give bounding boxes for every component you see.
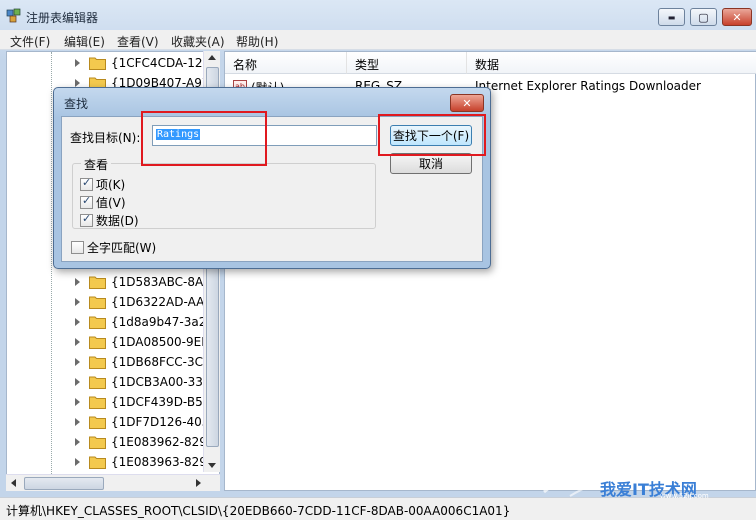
maximize-button[interactable]: ▢ bbox=[690, 8, 717, 26]
checkbox-checked-icon[interactable] bbox=[80, 176, 93, 191]
tree-horizontal-scrollbar[interactable] bbox=[6, 474, 220, 491]
option-keys[interactable]: 项(K) bbox=[80, 176, 125, 193]
tree-item[interactable]: {1DB68FCC-3C8C bbox=[7, 352, 219, 372]
status-path: 计算机\HKEY_CLASSES_ROOT\CLSID\{20EDB660-7C… bbox=[6, 504, 511, 518]
option-data[interactable]: 数据(D) bbox=[80, 212, 139, 229]
tree-item[interactable]: {1DF7D126-4050 bbox=[7, 412, 217, 432]
title-bar[interactable]: 注册表编辑器 ▬ ▢ ✕ bbox=[0, 0, 756, 30]
tree-item[interactable]: {1E083962-829F- bbox=[7, 432, 218, 452]
menu-bar: 文件(F) 编辑(E) 查看(V) 收藏夹(A) 帮助(H) bbox=[0, 30, 756, 50]
dialog-close-button[interactable]: ✕ bbox=[450, 94, 484, 112]
cancel-button[interactable]: 取消 bbox=[390, 153, 472, 174]
expand-arrow-icon[interactable] bbox=[75, 358, 80, 366]
scroll-down-icon[interactable] bbox=[208, 463, 216, 468]
folder-icon bbox=[89, 356, 106, 369]
close-icon: ✕ bbox=[462, 96, 472, 110]
look-at-group: 查看 项(K) 值(V) 数据(D) bbox=[72, 156, 376, 229]
scroll-left-icon[interactable] bbox=[11, 479, 16, 487]
folder-icon bbox=[89, 456, 106, 469]
expand-arrow-icon[interactable] bbox=[75, 59, 80, 67]
registry-editor-window: 注册表编辑器 ▬ ▢ ✕ 文件(F) 编辑(E) 查看(V) 收藏夹(A) 帮助… bbox=[0, 0, 756, 520]
option-values[interactable]: 值(V) bbox=[80, 194, 126, 211]
tree-item[interactable]: {1DCB3A00-33ED bbox=[7, 372, 219, 392]
menu-file[interactable]: 文件(F) bbox=[10, 33, 50, 50]
highlight-box-find-next bbox=[378, 114, 486, 156]
expand-arrow-icon[interactable] bbox=[75, 298, 80, 306]
tree-item[interactable]: {1DA08500-9EDC bbox=[7, 332, 219, 352]
expand-arrow-icon[interactable] bbox=[75, 278, 80, 286]
folder-icon bbox=[89, 336, 106, 349]
expand-arrow-icon[interactable] bbox=[75, 79, 80, 87]
close-icon: ✕ bbox=[732, 10, 742, 24]
tree-item[interactable]: {1E083963-829F- bbox=[7, 452, 218, 472]
expand-arrow-icon[interactable] bbox=[75, 398, 80, 406]
menu-help[interactable]: 帮助(H) bbox=[236, 33, 278, 50]
folder-icon bbox=[89, 316, 106, 329]
minimize-icon: ▬ bbox=[667, 12, 676, 22]
value-data: Internet Explorer Ratings Downloader bbox=[475, 79, 701, 93]
folder-icon bbox=[89, 296, 106, 309]
folder-icon bbox=[89, 396, 106, 409]
folder-icon bbox=[89, 376, 106, 389]
expand-arrow-icon[interactable] bbox=[75, 318, 80, 326]
expand-arrow-icon[interactable] bbox=[75, 458, 80, 466]
column-header-data[interactable]: 数据 bbox=[467, 52, 756, 74]
highlight-box-target bbox=[141, 111, 267, 166]
minimize-button[interactable]: ▬ bbox=[658, 8, 685, 26]
expand-arrow-icon[interactable] bbox=[75, 418, 80, 426]
dialog-title: 查找 bbox=[64, 97, 89, 111]
expand-arrow-icon[interactable] bbox=[75, 378, 80, 386]
tree-item[interactable]: {1DCF439D-B5DC bbox=[7, 392, 219, 412]
menu-favorites[interactable]: 收藏夹(A) bbox=[171, 33, 225, 50]
status-bar: 计算机\HKEY_CLASSES_ROOT\CLSID\{20EDB660-7C… bbox=[0, 497, 756, 520]
group-title: 查看 bbox=[81, 156, 112, 173]
folder-icon bbox=[89, 57, 106, 70]
checkbox-unchecked-icon[interactable] bbox=[71, 241, 84, 254]
tree-item-label: {1CFC4CDA-1271 bbox=[111, 56, 218, 70]
tree-item[interactable]: {1d8a9b47-3a28 bbox=[7, 312, 214, 332]
column-header-type[interactable]: 类型 bbox=[347, 52, 467, 74]
scroll-thumb[interactable] bbox=[24, 477, 104, 490]
find-target-label: 查找目标(N): bbox=[70, 131, 141, 145]
window-title: 注册表编辑器 bbox=[26, 11, 99, 25]
checkbox-checked-icon[interactable] bbox=[80, 194, 93, 209]
expand-arrow-icon[interactable] bbox=[75, 338, 80, 346]
menu-view[interactable]: 查看(V) bbox=[117, 33, 159, 50]
regedit-app-icon bbox=[6, 8, 21, 23]
expand-arrow-icon[interactable] bbox=[75, 438, 80, 446]
tree-item[interactable]: {1D583ABC-8A0E bbox=[7, 272, 218, 292]
column-header-name[interactable]: 名称 bbox=[225, 52, 347, 74]
tree-item-label: {1d8a9b47-3a28 bbox=[111, 315, 214, 329]
maximize-icon: ▢ bbox=[698, 10, 709, 24]
checkbox-checked-icon[interactable] bbox=[80, 212, 93, 227]
folder-icon bbox=[89, 276, 106, 289]
scroll-up-icon[interactable] bbox=[208, 55, 216, 60]
scroll-right-icon[interactable] bbox=[196, 479, 201, 487]
tree-item-label: {1DF7D126-4050 bbox=[111, 415, 218, 429]
tree-item[interactable]: {1CFC4CDA-1271 bbox=[7, 53, 218, 73]
folder-icon bbox=[89, 436, 106, 449]
menu-edit[interactable]: 编辑(E) bbox=[64, 33, 105, 50]
option-match-whole[interactable]: 全字匹配(W) bbox=[71, 239, 156, 256]
close-button[interactable]: ✕ bbox=[722, 8, 752, 26]
folder-icon bbox=[89, 416, 106, 429]
tree-item[interactable]: {1D6322AD-AA85 bbox=[7, 292, 219, 312]
